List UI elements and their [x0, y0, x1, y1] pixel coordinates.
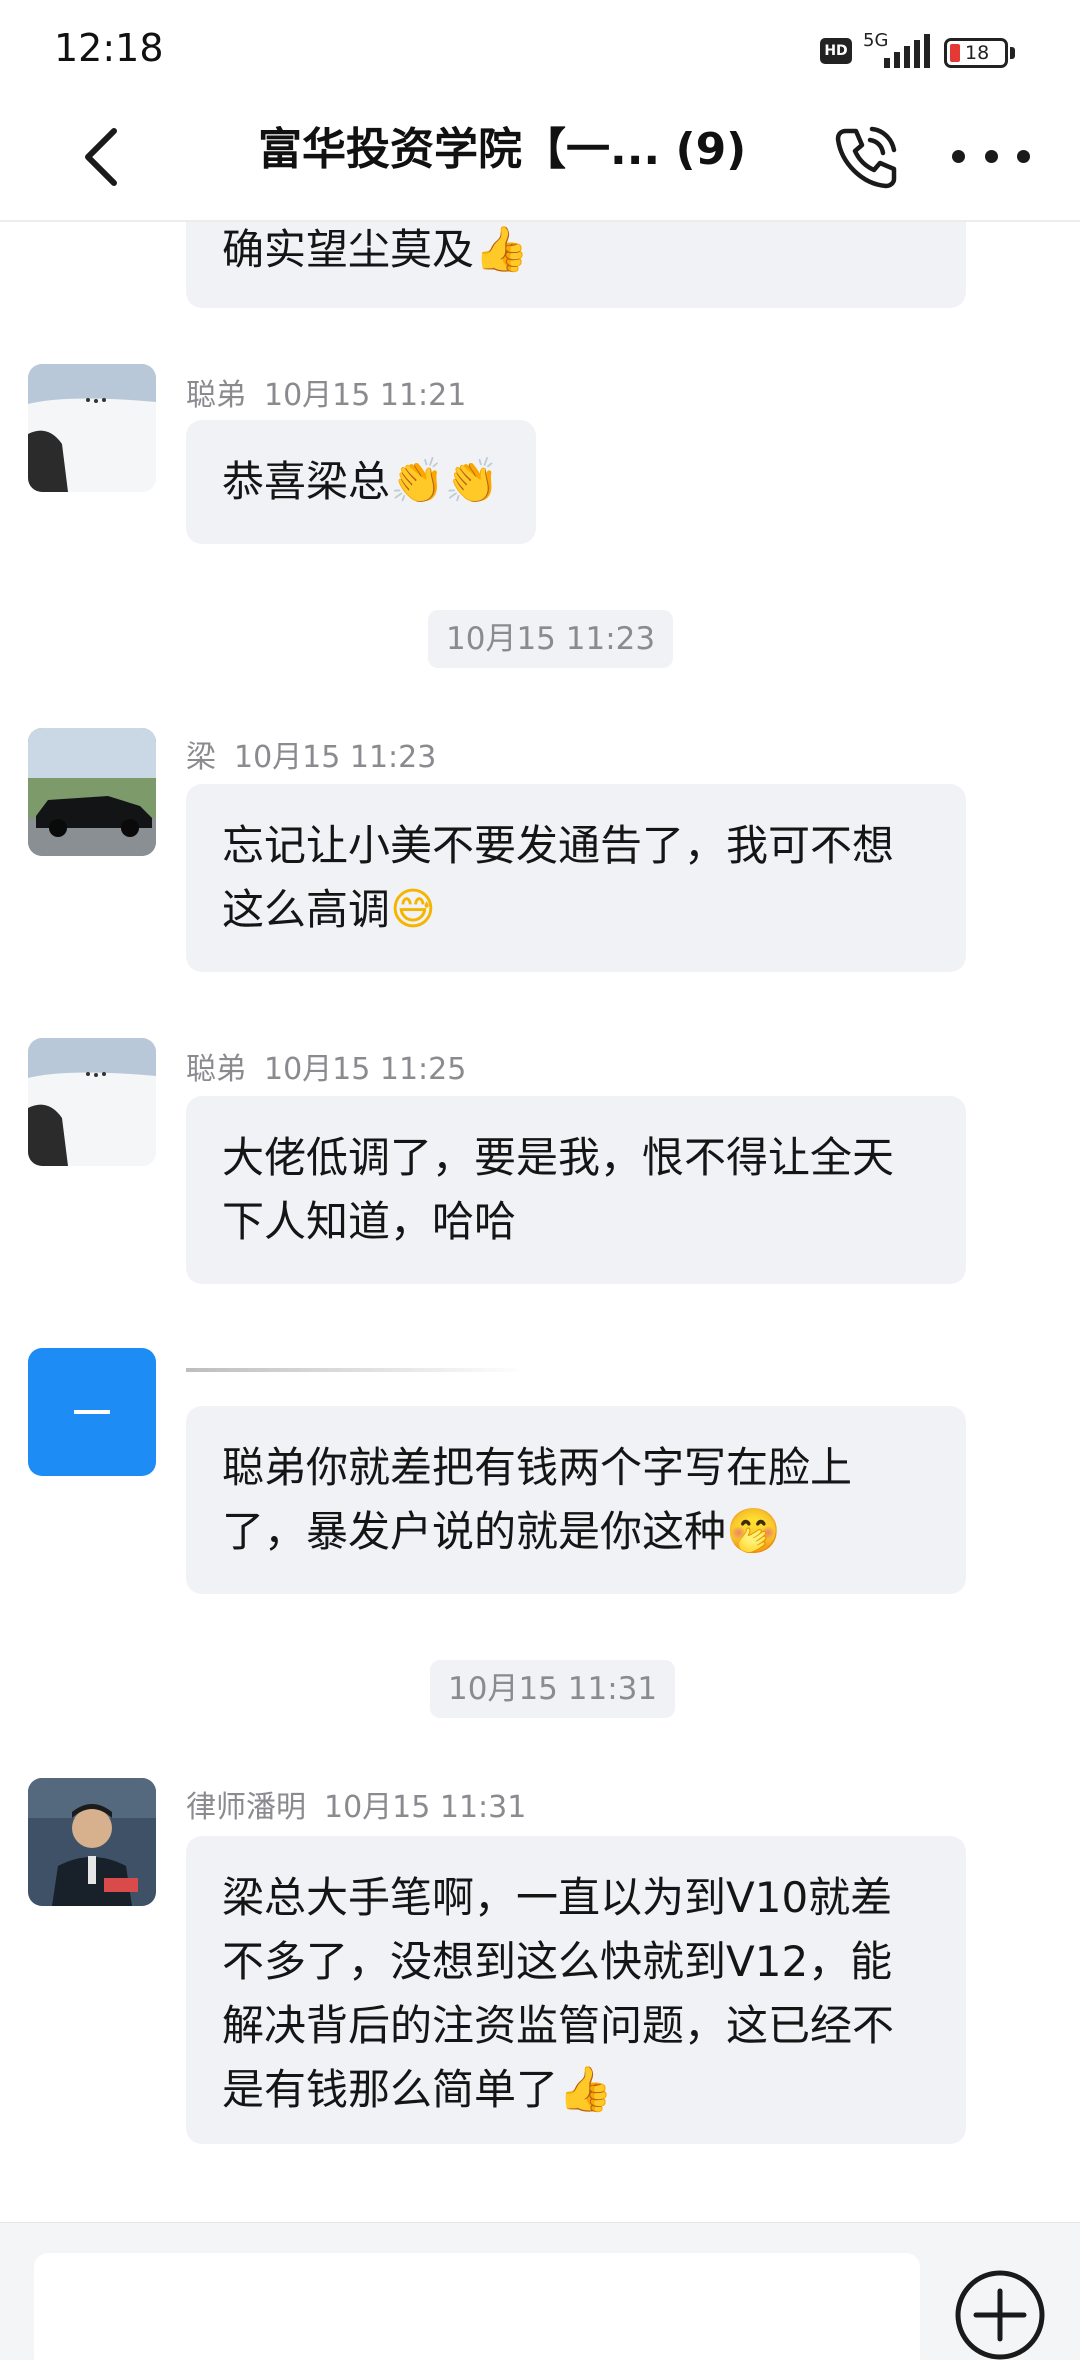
sender-name: 律师潘明	[186, 1790, 306, 1825]
voice-call-button[interactable]	[826, 118, 906, 196]
status-bar: 12:18 HD 5G 18	[0, 0, 1080, 96]
message-input[interactable]	[34, 2253, 920, 2360]
back-arrow-icon	[85, 128, 117, 186]
message-bubble[interactable]: 大佬低调了，要是我，恨不得让全天下人知道，哈哈	[186, 1096, 966, 1284]
redacted-sender-name	[186, 1368, 526, 1372]
hd-badge: HD	[820, 38, 852, 64]
message-bubble[interactable]: 梁总大手笔啊，一直以为到V10就差不多了，没想到这么快就到V12，能解决背后的注…	[186, 1836, 966, 2144]
chat-header: 富华投资学院【一... (9)	[0, 96, 1080, 222]
person-avatar	[28, 1778, 156, 1906]
message-text: 确实望尘莫及	[222, 225, 475, 274]
time-divider: 10月15 11:23	[428, 610, 674, 668]
back-button[interactable]	[78, 118, 148, 196]
hand-over-mouth-emoji: 🤭	[726, 1506, 781, 1557]
sender-name: 聪弟	[186, 378, 246, 413]
message-text: 忘记让小美不要发通告了，我可不想这么高调	[222, 821, 895, 934]
snow-landscape-avatar	[28, 364, 156, 492]
thumbs-up-emoji: 👍	[474, 224, 529, 275]
signal-icon	[884, 34, 930, 68]
message-text: 大佬低调了，要是我，恨不得让全天下人知道，哈哈	[222, 1133, 895, 1246]
message-meta: 梁 10月15 11:23	[186, 732, 436, 776]
message-text: 恭喜梁总	[222, 457, 391, 506]
message-time: 10月15 11:23	[234, 740, 437, 775]
avatar[interactable]	[28, 1778, 156, 1906]
car-avatar	[28, 728, 156, 856]
message-meta: 聪弟 10月15 11:21	[186, 370, 466, 414]
message-bubble[interactable]: 确实望尘莫及👍	[186, 222, 966, 308]
battery-icon: 18	[944, 38, 1008, 68]
message-bubble[interactable]: 忘记让小美不要发通告了，我可不想这么高调😅	[186, 784, 966, 972]
dash-icon	[74, 1410, 110, 1414]
avatar[interactable]	[28, 364, 156, 492]
status-time: 12:18	[54, 26, 164, 70]
grinning-sweat-emoji: 😅	[390, 884, 436, 935]
plus-circle-icon[interactable]	[952, 2267, 1048, 2360]
snow-landscape-avatar	[28, 1038, 156, 1166]
sender-name: 聪弟	[186, 1052, 246, 1087]
phone-icon	[835, 126, 897, 189]
time-divider: 10月15 11:31	[430, 1660, 676, 1718]
message-time: 10月15 11:21	[264, 378, 467, 413]
message-list[interactable]: 确实望尘莫及👍 聪弟 10月15 11:21 恭喜梁总👏👏 10月15 11:23…	[0, 222, 1080, 2222]
avatar[interactable]	[28, 728, 156, 856]
message-meta: 律师潘明 10月15 11:31	[186, 1782, 526, 1826]
chat-title: 富华投资学院【一... (9)	[258, 124, 747, 175]
message-time: 10月15 11:25	[264, 1052, 467, 1087]
message-time: 10月15 11:31	[324, 1790, 527, 1825]
message-meta: 聪弟 10月15 11:25	[186, 1044, 466, 1088]
message-bubble[interactable]: 恭喜梁总👏👏	[186, 420, 536, 544]
clapping-hands-emoji: 👏👏	[390, 456, 500, 507]
message-bubble[interactable]: 聪弟你就差把有钱两个字写在脸上了，暴发户说的就是你这种🤭	[186, 1406, 966, 1594]
sender-name: 梁	[186, 740, 216, 775]
more-button[interactable]	[946, 136, 1036, 176]
more-dots-icon	[952, 149, 965, 163]
battery-level: 18	[965, 42, 990, 64]
composer-bar	[0, 2222, 1080, 2360]
thumbs-up-emoji: 👍	[558, 2064, 613, 2115]
avatar[interactable]	[28, 1348, 156, 1476]
avatar[interactable]	[28, 1038, 156, 1166]
